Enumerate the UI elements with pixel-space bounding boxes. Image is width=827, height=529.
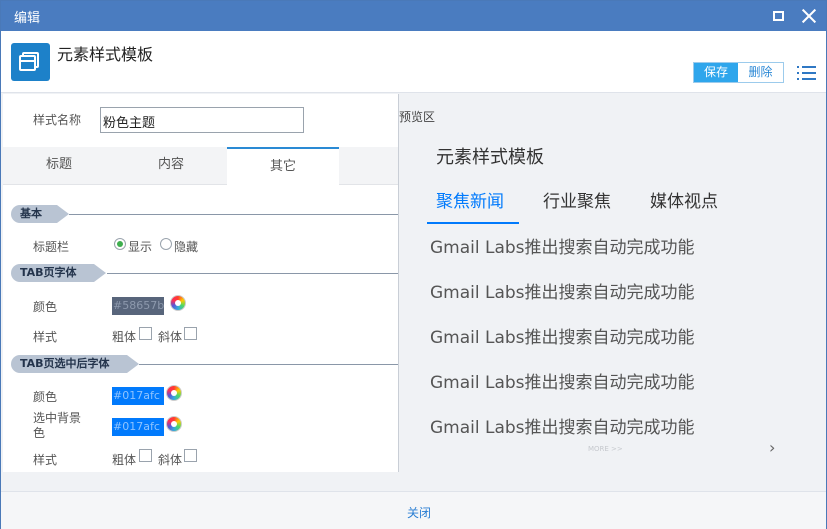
section-tab-font-title: TAB页字体: [11, 264, 106, 282]
close-icon[interactable]: [801, 8, 817, 24]
edit-dialog: 编辑 元素样式模板 保存 删除 样式名称 粉色主题 标题 内容 其它 基本 标题…: [0, 0, 827, 529]
color-picker-icon[interactable]: [166, 385, 182, 401]
section-basic: 基本: [11, 205, 398, 223]
preview-list-item[interactable]: Gmail Labs推出搜索自动完成功能: [430, 368, 695, 393]
tab-font-bold-checkbox[interactable]: [139, 327, 152, 340]
settings-tabs: 标题 内容 其它: [3, 147, 398, 185]
header-title: 元素样式模板: [57, 45, 154, 64]
delete-button[interactable]: 删除: [738, 63, 783, 82]
section-basic-title: 基本: [11, 205, 69, 223]
hide-label: 隐藏: [174, 240, 199, 254]
tab-content[interactable]: 内容: [115, 147, 227, 185]
preview-tab-media[interactable]: 媒体视点: [650, 187, 718, 212]
tab-font-color-input[interactable]: #58657b: [112, 297, 164, 315]
tab-font-italic-checkbox[interactable]: [184, 327, 197, 340]
preview-list-item[interactable]: Gmail Labs推出搜索自动完成功能: [430, 413, 695, 438]
dialog-footer: 关闭: [1, 491, 826, 529]
selected-italic-checkbox[interactable]: [184, 449, 197, 462]
window-stack-icon: [11, 43, 50, 81]
tab-other[interactable]: 其它: [227, 147, 339, 185]
preview-title: 元素样式模板: [436, 147, 544, 168]
selected-italic-label: 斜体: [158, 453, 183, 467]
preview-tab-focus-news[interactable]: 聚焦新闻: [436, 187, 504, 212]
tab-font-italic-label: 斜体: [158, 330, 183, 344]
style-settings-panel: 样式名称 粉色主题 标题 内容 其它 基本 标题栏 显示 隐藏 TAB页字体 颜…: [3, 94, 398, 472]
maximize-icon[interactable]: [771, 8, 787, 24]
selected-bold-checkbox[interactable]: [139, 449, 152, 462]
list-menu-icon[interactable]: [797, 66, 817, 80]
preview-more-link[interactable]: MORE >>: [588, 445, 623, 453]
dialog-title: 编辑: [14, 11, 41, 26]
selected-color-label: 颜色: [33, 390, 58, 404]
selected-color-input[interactable]: #017afc: [112, 387, 164, 405]
selected-bg-input[interactable]: #017afc: [112, 418, 164, 436]
preview-tab-underline: [427, 222, 519, 224]
action-button-group: 保存 删除: [693, 62, 784, 83]
tab-font-color-label: 颜色: [33, 300, 58, 314]
preview-label: 预览区: [399, 110, 436, 124]
section-tab-selected-title: TAB页选中后字体: [11, 355, 139, 373]
preview-list-item[interactable]: Gmail Labs推出搜索自动完成功能: [430, 278, 695, 303]
dialog-header: 元素样式模板 保存 删除: [1, 31, 826, 93]
close-button[interactable]: 关闭: [407, 504, 431, 521]
section-tab-font: TAB页字体: [11, 264, 398, 282]
titlebar-label: 标题栏: [33, 240, 70, 254]
show-radio[interactable]: [114, 238, 126, 250]
preview-list-item[interactable]: Gmail Labs推出搜索自动完成功能: [430, 323, 695, 348]
selected-bg-label: 选中背景色: [33, 411, 82, 440]
save-button[interactable]: 保存: [694, 63, 738, 82]
selected-bold-label: 粗体: [112, 453, 137, 467]
selected-style-label: 样式: [33, 453, 58, 467]
preview-list-item[interactable]: Gmail Labs推出搜索自动完成功能: [430, 233, 695, 258]
hide-radio[interactable]: [160, 238, 172, 250]
tab-title[interactable]: 标题: [3, 147, 115, 185]
style-name-input[interactable]: 粉色主题: [100, 107, 304, 133]
style-name-label: 样式名称: [33, 113, 82, 127]
next-arrow-icon[interactable]: ›: [769, 438, 775, 457]
tab-font-bold-label: 粗体: [112, 330, 137, 344]
tab-font-style-label: 样式: [33, 330, 58, 344]
section-tab-selected-font: TAB页选中后字体: [11, 355, 398, 373]
preview-tab-industry[interactable]: 行业聚焦: [543, 187, 611, 212]
color-picker-icon[interactable]: [170, 295, 186, 311]
dialog-titlebar: 编辑: [1, 1, 826, 31]
show-label: 显示: [128, 240, 153, 254]
color-picker-icon[interactable]: [166, 416, 182, 432]
preview-panel: 预览区 元素样式模板 聚焦新闻 行业聚焦 媒体视点 Gmail Labs推出搜索…: [399, 94, 826, 472]
